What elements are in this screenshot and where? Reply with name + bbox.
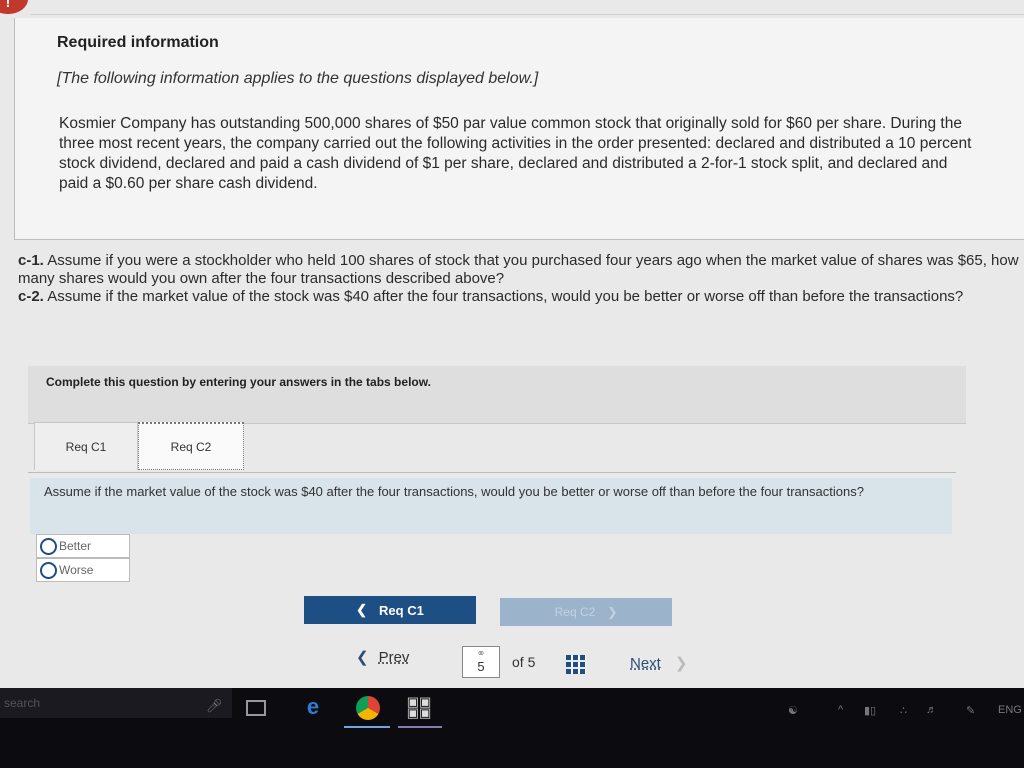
task-view-icon[interactable] [246,700,266,716]
language-indicator[interactable]: ENG [998,704,1022,716]
chevron-left-icon: ❮ [356,649,369,666]
page-total: of 5 [512,654,536,670]
edge-browser-icon[interactable]: e [300,694,326,720]
tray-caret-icon[interactable]: ^ [838,704,843,716]
question-c1-label: c-1. [18,252,44,269]
option-better-label: Better [59,539,92,553]
prev-page-link[interactable]: ❮ Prev [356,648,410,667]
question-prompt: Assume if the market value of the stock … [30,478,952,534]
grid-icon[interactable] [566,654,586,674]
app-icon[interactable]: ▣▣ ▣▣ [406,694,432,720]
radio-worse[interactable] [40,561,57,579]
taskbar-search-input[interactable]: search [0,688,232,718]
wifi-icon[interactable]: ∴ [900,704,907,717]
alert-icon: ! [0,0,28,14]
instructions-bar: Complete this question by entering your … [28,366,966,424]
info-body: Kosmier Company has outstanding 500,000 … [59,115,972,192]
question-c2: c-2. Assume if the market value of the s… [18,288,1022,306]
required-information-panel: Required information [The following info… [14,18,1024,240]
chevron-right-icon: ❯ [674,655,688,672]
volume-icon[interactable]: ♬ [926,704,937,716]
next-req-label: Req C2 [554,605,596,619]
page-number-box[interactable]: ⚭ 5 [462,646,500,678]
tab-req-c1-label: Req C1 [65,439,107,454]
question-text: c-1. Assume if you were a stockholder wh… [18,252,1022,306]
tab-req-c2[interactable]: Req C2 [138,422,244,470]
taskbar: search 🎤︎ e ▣▣ ▣▣ ☯ ^ ▮▯ ∴ ♬ ✎ ENG [0,688,1024,768]
link-icon: ⚭ [476,648,486,660]
chrome-active-indicator [344,726,390,728]
tab-divider [28,472,956,473]
info-subtitle: [The following information applies to th… [57,70,539,87]
question-c1: c-1. Assume if you were a stockholder wh… [18,252,1022,288]
next-req-button[interactable]: Req C2 ❯ [500,598,672,626]
instructions-text: Complete this question by entering your … [46,375,431,389]
top-divider [30,14,1024,15]
chrome-browser-icon[interactable] [356,696,380,720]
tab-req-c2-label: Req C2 [170,439,212,454]
prev-req-label: Req C1 [379,602,424,618]
current-page: 5 [477,659,485,674]
people-icon[interactable]: ☯ [788,704,798,717]
question-prompt-text: Assume if the market value of the stock … [44,484,864,499]
next-page-label: Next [630,654,661,672]
chevron-left-icon: ❮ [356,602,368,617]
prev-page-label: Prev [378,648,410,666]
battery-icon[interactable]: ▮▯ [864,704,876,717]
app-active-indicator [398,726,442,728]
info-title: Required information [57,34,219,51]
option-worse[interactable]: Worse [36,558,130,582]
option-better[interactable]: Better [36,534,130,558]
option-worse-label: Worse [59,563,94,577]
chevron-right-icon: ❯ [607,605,618,619]
question-c2-text: Assume if the market value of the stock … [43,288,964,305]
question-c1-text: Assume if you were a stockholder who hel… [18,252,1019,287]
radio-better[interactable] [40,537,57,555]
pen-icon[interactable]: ✎ [966,704,975,717]
prev-req-button[interactable]: ❮ Req C1 [304,596,476,624]
microphone-icon[interactable]: 🎤︎ [206,698,223,714]
next-page-link[interactable]: Next ❯ [630,654,688,673]
question-c2-label: c-2. [18,288,44,305]
tab-req-c1[interactable]: Req C1 [34,422,138,470]
